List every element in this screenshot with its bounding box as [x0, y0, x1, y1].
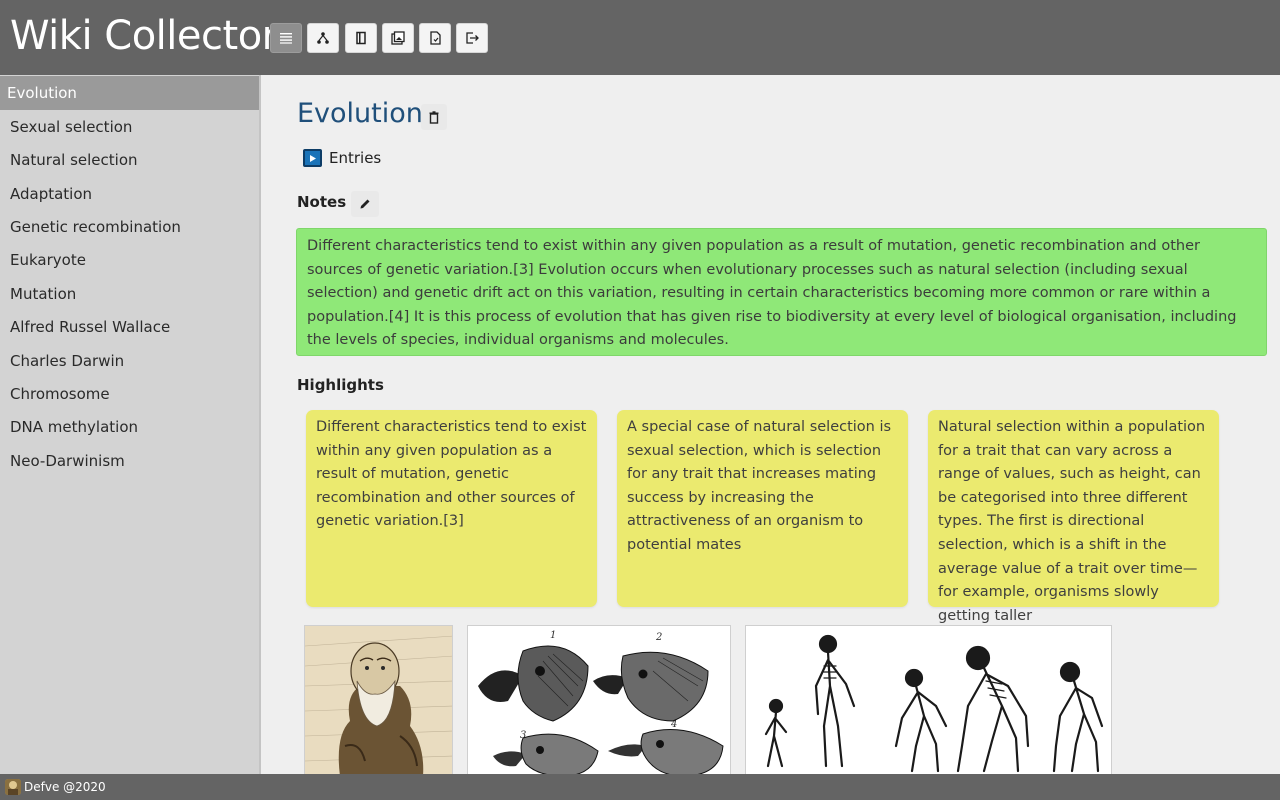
sidebar-item-natural-selection[interactable]: Natural selection [0, 143, 259, 177]
document-icon [430, 31, 441, 45]
notebook-button[interactable] [345, 23, 377, 53]
list-icon [280, 33, 292, 44]
play-icon [310, 154, 316, 162]
highlight-card[interactable]: Different characteristics tend to exist … [306, 410, 597, 607]
pencil-icon [360, 199, 370, 209]
avatar [5, 779, 21, 795]
tree-view-button[interactable] [307, 23, 339, 53]
app-title: Wiki Collector [10, 13, 278, 59]
sidebar-item-evolution[interactable]: Evolution [0, 76, 259, 110]
sidebar-item-chromosome[interactable]: Chromosome [0, 377, 259, 411]
export-icon [466, 32, 479, 44]
notes-heading: Notes [297, 193, 347, 211]
sidebar-item-neo-darwinism[interactable]: Neo-Darwinism [0, 444, 259, 478]
sidebar-item-mutation[interactable]: Mutation [0, 277, 259, 311]
entries-label[interactable]: Entries [329, 148, 381, 168]
primate-skeletons-image[interactable] [745, 625, 1112, 775]
export-button[interactable] [456, 23, 488, 53]
status-bar: Defve @2020 [0, 774, 1280, 800]
figure-label: 2 [655, 632, 662, 643]
highlights-heading: Highlights [297, 376, 384, 394]
gallery-icon [391, 31, 405, 45]
sidebar-item-eukaryote[interactable]: Eukaryote [0, 243, 259, 277]
sidebar: Evolution Sexual selection Natural selec… [0, 75, 261, 774]
notebook-icon [356, 31, 366, 45]
sidebar-item-adaptation[interactable]: Adaptation [0, 177, 259, 211]
delete-button[interactable] [421, 104, 447, 130]
tree-icon [317, 32, 329, 44]
darwin-caricature-image[interactable] [304, 625, 453, 775]
list-view-button[interactable] [270, 23, 302, 53]
page-title: Evolution [297, 98, 423, 129]
document-button[interactable] [419, 23, 451, 53]
sidebar-item-dna-methylation[interactable]: DNA methylation [0, 410, 259, 444]
sidebar-item-alfred-russel-wallace[interactable]: Alfred Russel Wallace [0, 310, 259, 344]
header-bar: Wiki Collector [0, 0, 1280, 75]
sidebar-item-genetic-recombination[interactable]: Genetic recombination [0, 210, 259, 244]
edit-notes-button[interactable] [351, 191, 379, 217]
figure-label: 1 [550, 630, 556, 641]
trash-icon [429, 110, 439, 124]
entries-expand-icon[interactable] [303, 149, 322, 167]
highlight-card[interactable]: Natural selection within a population fo… [928, 410, 1219, 624]
finch-beaks-image[interactable]: 1 2 3 4 [467, 625, 731, 775]
highlight-card[interactable]: A special case of natural selection is s… [617, 410, 908, 607]
sidebar-item-charles-darwin[interactable]: Charles Darwin [0, 344, 259, 378]
sidebar-item-sexual-selection[interactable]: Sexual selection [0, 110, 259, 144]
gallery-button[interactable] [382, 23, 414, 53]
footer-credit: Defve @2020 [24, 780, 106, 794]
notes-text[interactable]: Different characteristics tend to exist … [296, 228, 1267, 356]
